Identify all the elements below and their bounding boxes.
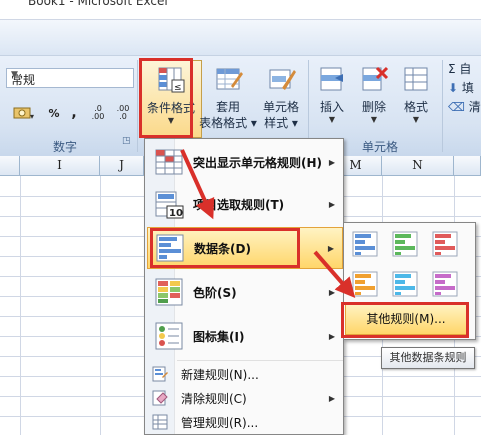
data-bar-green-icon[interactable] [392,231,418,257]
currency-icon: ▾ [13,107,34,121]
menu-item-label: 项目选取规则(T) [193,197,285,212]
delete-label: 删除 [361,100,386,114]
menu-item-label: 管理规则(R)... [181,415,259,430]
decrease-decimal-button[interactable]: .00 .0 [112,102,134,124]
column-header-I[interactable]: I [20,156,100,176]
icon-sets-icon [155,322,183,350]
clear-rules-icon [152,390,168,406]
chevron-down-icon: ▼ [412,115,420,124]
submenu-arrow-icon: ▶ [328,157,335,167]
insert-cells-button[interactable]: 插入 ▼ [312,60,352,125]
decrease-decimal-label: .00 .0 [116,104,130,121]
format-as-table-button[interactable]: 套用 表格格式 ▾ [196,60,260,131]
new-rule-icon [152,366,168,382]
menu-item-highlight-cells-rules[interactable]: 突出显示单元格规则(H) ▶ [147,141,343,183]
increase-decimal-button[interactable]: .0 .00 [88,102,108,124]
data-bar-purple-icon[interactable] [432,271,458,297]
table-format-label-1: 套用 [215,100,240,114]
corner-header[interactable] [0,156,20,176]
insert-cells-icon [320,67,343,91]
highlight-cells-icon [155,149,183,175]
menu-item-label: 清除规则(C) [181,391,247,406]
data-bar-lightblue-icon[interactable] [392,271,418,297]
ribbon-tab-strip [0,20,481,56]
menu-item-icon-sets[interactable]: 图标集(I) ▶ [147,315,343,357]
menu-item-color-scales[interactable]: 色阶(S) ▶ [147,271,343,313]
submenu-arrow-icon: ▶ [328,331,335,341]
group-divider [137,60,138,152]
gridline [20,176,21,435]
menu-item-clear-rules[interactable]: 清除规则(C) ▶ [147,387,343,409]
menu-item-label: 图标集(I) [193,329,245,344]
conditional-formatting-menu: 突出显示单元格规则(H) ▶ 10 项目选取规则(T) ▶ 数据条(D) ▶ 色… [144,138,344,435]
format-cells-button[interactable]: 格式 ▼ [396,60,436,125]
chevron-down-icon: ▼ [328,115,336,124]
format-label: 格式 [403,100,428,114]
autosum-button[interactable]: Σ 自 [448,60,481,79]
title-bar: Book1 - Microsoft Excel [0,0,481,20]
number-group-label: 数字 [52,140,77,154]
submenu-arrow-icon: ▶ [327,243,334,253]
cell-styles-label-1: 单元格 [262,100,299,114]
delete-cells-icon [362,66,389,91]
data-bar-orange-icon[interactable] [352,271,378,297]
menu-item-label: 色阶(S) [193,285,237,300]
svg-text:10: 10 [169,208,183,219]
menu-item-manage-rules[interactable]: 管理规则(R)... [147,411,343,433]
menu-item-data-bars[interactable]: 数据条(D) ▶ [147,227,343,269]
menu-separator [177,360,343,361]
increase-decimal-label: .0 .00 [91,104,105,121]
dialog-launcher-icon[interactable]: ◳ [122,136,131,146]
column-header-O[interactable] [454,156,481,176]
table-format-label-2: 表格格式 ▾ [199,116,257,130]
editing-group: Σ 自 ⬇ 填 ⌫ 清 [448,60,481,117]
menu-item-label: 新建规则(N)... [181,367,259,382]
submenu-arrow-icon: ▶ [328,287,335,297]
cells-group-label: 单元格 [361,140,398,154]
comma-style-button[interactable]: , [66,102,82,124]
comma-label: , [71,105,77,121]
submenu-arrow-icon: ▶ [328,199,335,209]
gridline [100,176,101,435]
delete-cells-button[interactable]: 删除 ▼ [354,60,394,125]
accounting-format-button[interactable]: ▾ [8,102,40,124]
fill-button[interactable]: ⬇ 填 [448,79,481,98]
cell-styles-button[interactable]: 单元格 样式 ▾ [256,60,306,131]
format-cells-icon [404,67,428,91]
cell-styles-label-2: 样式 ▾ [264,116,298,130]
menu-item-top-bottom-rules[interactable]: 10 项目选取规则(T) ▶ [147,183,343,225]
number-format-select[interactable]: 常规 ▼ [6,68,134,88]
chevron-down-icon: ▼ [370,115,378,124]
table-format-icon [216,68,243,90]
data-bars-icon [156,234,184,262]
data-bar-blue-icon[interactable] [352,231,378,257]
more-data-bar-rules-tooltip: 其他数据条规则 [381,347,475,369]
window-title: Book1 - Microsoft Excel [28,0,168,8]
cell-styles-icon [269,69,296,90]
insert-label: 插入 [319,100,344,114]
percent-label: % [48,106,60,120]
data-bar-red-icon[interactable] [432,231,458,257]
percent-style-button[interactable]: % [44,102,64,124]
top-bottom-icon: 10 [155,191,184,219]
submenu-arrow-icon: ▶ [328,393,335,403]
svg-text:▾: ▾ [30,112,34,121]
manage-rules-icon [152,414,168,430]
chevron-down-icon: ▼ [11,70,18,80]
menu-item-label: 突出显示单元格规则(H) [193,155,323,170]
group-divider [442,60,443,152]
column-header-N[interactable]: N [382,156,454,176]
conditional-formatting-highlight [139,58,193,138]
color-scales-icon [155,278,183,306]
column-header-J[interactable]: J [100,156,144,176]
menu-item-new-rule[interactable]: 新建规则(N)... [147,363,343,385]
clear-button[interactable]: ⌫ 清 [448,98,481,117]
menu-item-label: 数据条(D) [194,241,251,256]
more-rules-menu-item[interactable]: 其他规则(M)... [345,303,467,335]
